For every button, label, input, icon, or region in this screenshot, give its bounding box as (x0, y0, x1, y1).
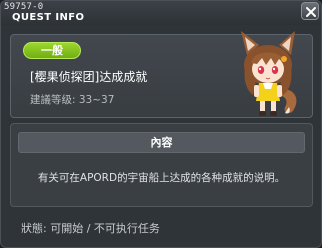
quest-info-window: 59757-0 QUEST INFO 一般 [樱果侦探团]达成成就 建議等级: … (0, 0, 322, 248)
close-button[interactable] (301, 2, 319, 20)
content-description: 有关可在APORD的宇宙船上达成的各种成就的说明。 (37, 172, 286, 184)
quest-summary-panel: 一般 [樱果侦探团]达成成就 建議等级: 33~37 (10, 31, 313, 118)
npc-avatar (241, 31, 297, 116)
content-header: 內容 (18, 132, 305, 153)
quest-recommended-level: 建議等级: 33~37 (30, 94, 115, 106)
close-icon (306, 7, 316, 17)
window-title: QUEST INFO (12, 12, 85, 23)
quest-status: 狀態: 可開始 / 不可执行任务 (21, 222, 160, 235)
quest-name: [樱果侦探团]达成成就 (30, 70, 148, 84)
quest-type-badge: 一般 (23, 42, 81, 59)
quest-content-panel: 內容 有关可在APORD的宇宙船上达成的各种成就的说明。 (10, 123, 313, 207)
window-header[interactable]: 59757-0 QUEST INFO (1, 1, 321, 25)
quest-id: 59757-0 (4, 2, 44, 12)
